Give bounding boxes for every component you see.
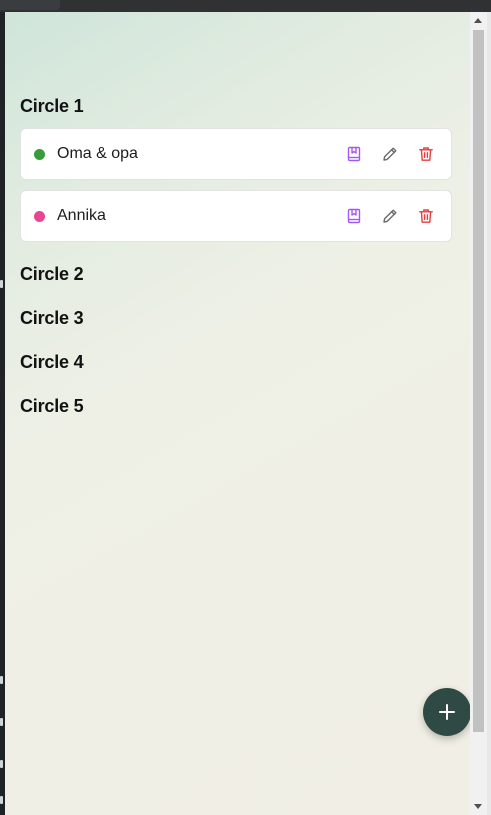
scroll-down-arrow[interactable] <box>474 804 482 809</box>
pencil-icon <box>383 209 397 223</box>
circle-4-heading[interactable]: Circle 4 <box>20 352 84 373</box>
circles-panel: Circle 1 Oma & opa Annika Circle 2 Circl… <box>5 12 470 815</box>
delete-button[interactable] <box>415 205 437 227</box>
window-right-edge <box>487 12 491 815</box>
plus-icon <box>439 704 455 720</box>
person-color-dot <box>34 211 45 222</box>
delete-button[interactable] <box>415 143 437 165</box>
browser-tab-stub[interactable] <box>0 0 60 10</box>
vertical-scrollbar[interactable] <box>470 12 487 815</box>
edge-fragment <box>0 718 3 726</box>
window-top-bar <box>0 0 491 12</box>
circle-3-heading[interactable]: Circle 3 <box>20 308 84 329</box>
edit-button[interactable] <box>379 205 401 227</box>
person-name: Oma & opa <box>57 145 138 162</box>
edit-button[interactable] <box>379 143 401 165</box>
person-color-dot <box>34 149 45 160</box>
circle-2-heading[interactable]: Circle 2 <box>20 264 84 285</box>
trash-icon <box>419 209 433 223</box>
journal-icon <box>347 208 361 224</box>
scroll-up-arrow[interactable] <box>474 18 482 23</box>
circle-5-heading[interactable]: Circle 5 <box>20 396 84 417</box>
trash-icon <box>419 147 433 161</box>
add-circle-button[interactable] <box>423 688 470 736</box>
journal-icon <box>347 146 361 162</box>
edge-fragment <box>0 760 3 768</box>
circle-1-heading[interactable]: Circle 1 <box>20 96 84 117</box>
person-card-oma-opa[interactable]: Oma & opa <box>20 128 452 180</box>
journal-button[interactable] <box>343 205 365 227</box>
person-card-annika[interactable]: Annika <box>20 190 452 242</box>
journal-button[interactable] <box>343 143 365 165</box>
person-name: Annika <box>57 207 106 224</box>
edge-fragment <box>0 676 3 684</box>
edge-fragment <box>0 280 3 288</box>
pencil-icon <box>383 147 397 161</box>
scrollbar-thumb[interactable] <box>473 30 484 732</box>
window-frame: Circle 1 Oma & opa Annika Circle 2 Circl… <box>0 0 491 815</box>
edge-fragment <box>0 796 3 804</box>
